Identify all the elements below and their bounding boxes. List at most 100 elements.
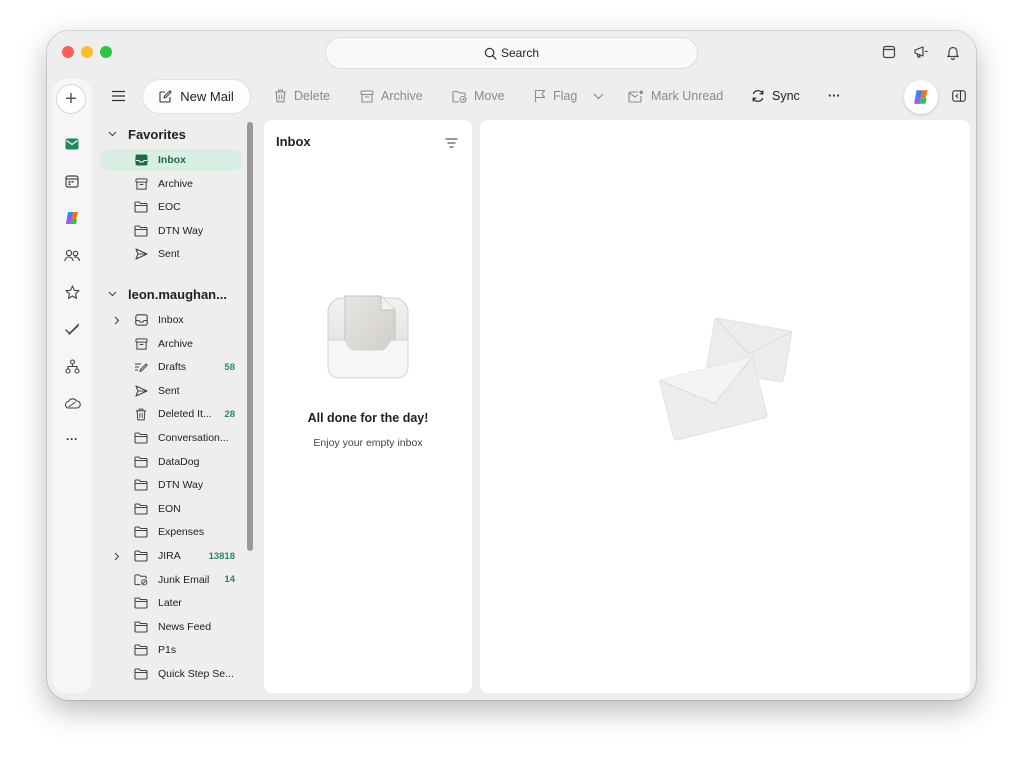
- favorites-folder-inbox[interactable]: Inbox: [100, 149, 243, 171]
- account-section-label: leon.maughan...: [128, 286, 227, 302]
- folder-label: Sent: [158, 248, 180, 261]
- onedrive-icon[interactable]: [62, 393, 82, 413]
- sync-button[interactable]: Sync: [751, 79, 800, 113]
- mail-icon[interactable]: [62, 134, 82, 154]
- people-icon[interactable]: [62, 245, 82, 265]
- folder-label: Archive: [158, 177, 194, 190]
- folder-label: Expenses: [158, 526, 205, 539]
- archive-button[interactable]: Archive: [360, 79, 423, 113]
- account-folder-expenses[interactable]: Expenses: [100, 521, 243, 543]
- copilot-rail-icon[interactable]: [62, 208, 82, 228]
- account-folder-datadog[interactable]: DataDog: [100, 451, 243, 473]
- account-folder-jira[interactable]: JIRA 13818: [100, 545, 243, 567]
- empty-state-subtitle: Enjoy your empty inbox: [313, 437, 423, 449]
- todo-icon[interactable]: [62, 319, 82, 339]
- sent-icon: [134, 247, 148, 261]
- mark-unread-label: Mark Unread: [651, 89, 724, 103]
- favorites-folder-eoc[interactable]: EOC: [100, 196, 243, 218]
- empty-state-title: All done for the day!: [307, 411, 429, 425]
- new-item-button[interactable]: +: [57, 85, 85, 113]
- account-folder-archive[interactable]: Archive: [100, 333, 243, 355]
- window-layout-icon[interactable]: [880, 43, 898, 61]
- sent-icon: [134, 384, 148, 398]
- account-folder-conversation[interactable]: Conversation...: [100, 427, 243, 449]
- folder-label: JIRA: [158, 550, 181, 562]
- chevron-down-icon: [108, 131, 122, 137]
- account-folder-inbox[interactable]: Inbox: [100, 309, 243, 331]
- message-list-title: Inbox: [276, 134, 311, 149]
- sync-label: Sync: [772, 89, 800, 103]
- account-folder-eon[interactable]: EON: [100, 498, 243, 520]
- folder-label: Later: [158, 597, 182, 610]
- folder-label: EOC: [158, 201, 181, 214]
- account-folder-later[interactable]: Later: [100, 592, 243, 614]
- favorites-section[interactable]: Favorites: [100, 124, 186, 144]
- favorites-folder-archive[interactable]: Archive: [100, 173, 243, 195]
- folder-icon: [134, 549, 148, 563]
- account-folder-drafts[interactable]: Drafts 58: [100, 356, 243, 378]
- delete-label: Delete: [294, 89, 331, 103]
- search-icon: [484, 47, 497, 59]
- new-mail-label: New Mail: [180, 89, 234, 104]
- close-window-button[interactable]: [62, 46, 74, 58]
- copilot-icon: [914, 90, 928, 104]
- archive-icon: [360, 89, 374, 103]
- search-box[interactable]: Search: [326, 38, 697, 68]
- flag-icon: [534, 89, 546, 102]
- delete-button[interactable]: Delete: [274, 79, 330, 113]
- folder-icon: [134, 224, 148, 238]
- account-section[interactable]: leon.maughan...: [100, 284, 227, 304]
- chevron-right-icon[interactable]: [114, 552, 124, 561]
- copilot-button[interactable]: [904, 80, 938, 114]
- move-button[interactable]: Move: [452, 79, 505, 113]
- chevron-right-icon[interactable]: [114, 316, 124, 325]
- hamburger-icon[interactable]: [111, 79, 126, 113]
- more-apps-button[interactable]: ···: [62, 429, 82, 449]
- search-label: Search: [500, 46, 540, 60]
- folder-pane-scrollbar[interactable]: [247, 122, 253, 551]
- message-list-pane: Inbox All done for the day! Enjoy your e…: [264, 120, 472, 693]
- folder-icon: [134, 431, 148, 445]
- folder-icon: [134, 596, 148, 610]
- account-folder-sent[interactable]: Sent: [100, 380, 243, 402]
- move-label: Move: [474, 89, 505, 103]
- folder-icon: [134, 667, 148, 681]
- favorites-section-label: Favorites: [128, 126, 186, 142]
- pane-toggle-icon[interactable]: [952, 79, 966, 113]
- account-folder-junk-email[interactable]: Junk Email 14: [100, 569, 243, 591]
- more-actions-button[interactable]: ···: [828, 79, 841, 113]
- star-icon[interactable]: [62, 282, 82, 302]
- titlebar-actions: [880, 43, 962, 61]
- folder-label: DataDog: [158, 455, 200, 468]
- account-folder-news-feed[interactable]: News Feed: [100, 616, 243, 638]
- mark-unread-button[interactable]: Mark Unread: [628, 79, 723, 113]
- folder-label: Junk Email: [158, 573, 210, 586]
- bell-icon[interactable]: [944, 43, 962, 61]
- unread-count-badge: 14: [224, 574, 235, 586]
- favorites-folder-sent[interactable]: Sent: [100, 243, 243, 265]
- zoom-window-button[interactable]: [100, 46, 112, 58]
- folder-pane: Favorites Inbox Archive EOC DTN Way Sent leon.…: [100, 119, 250, 694]
- envelopes-illustration: [658, 316, 798, 451]
- org-chart-icon[interactable]: [62, 356, 82, 376]
- account-folder-dtn-way[interactable]: DTN Way: [100, 474, 243, 496]
- flag-button[interactable]: Flag: [534, 79, 577, 113]
- archive-label: Archive: [381, 89, 423, 103]
- folder-label: Inbox: [158, 314, 184, 326]
- filter-icon[interactable]: [445, 135, 458, 153]
- folder-icon: [134, 502, 148, 516]
- folder-label: Conversation...: [158, 432, 229, 444]
- calendar-icon[interactable]: [62, 171, 82, 191]
- folder-label: Inbox: [158, 154, 186, 166]
- chevron-down-icon: [108, 291, 122, 297]
- favorites-folder-dtn-way[interactable]: DTN Way: [100, 220, 243, 242]
- compose-icon: [159, 90, 172, 103]
- new-mail-button[interactable]: New Mail: [143, 80, 250, 113]
- account-folder-deleted-it[interactable]: Deleted It... 28: [100, 403, 243, 425]
- flag-dropdown-button[interactable]: [593, 79, 604, 113]
- minimize-window-button[interactable]: [81, 46, 93, 58]
- megaphone-icon[interactable]: [912, 43, 930, 61]
- account-folder-quick-step-se[interactable]: Quick Step Se...: [100, 663, 243, 685]
- account-folder-p1s[interactable]: P1s: [100, 639, 243, 661]
- folder-label: Quick Step Se...: [158, 668, 234, 680]
